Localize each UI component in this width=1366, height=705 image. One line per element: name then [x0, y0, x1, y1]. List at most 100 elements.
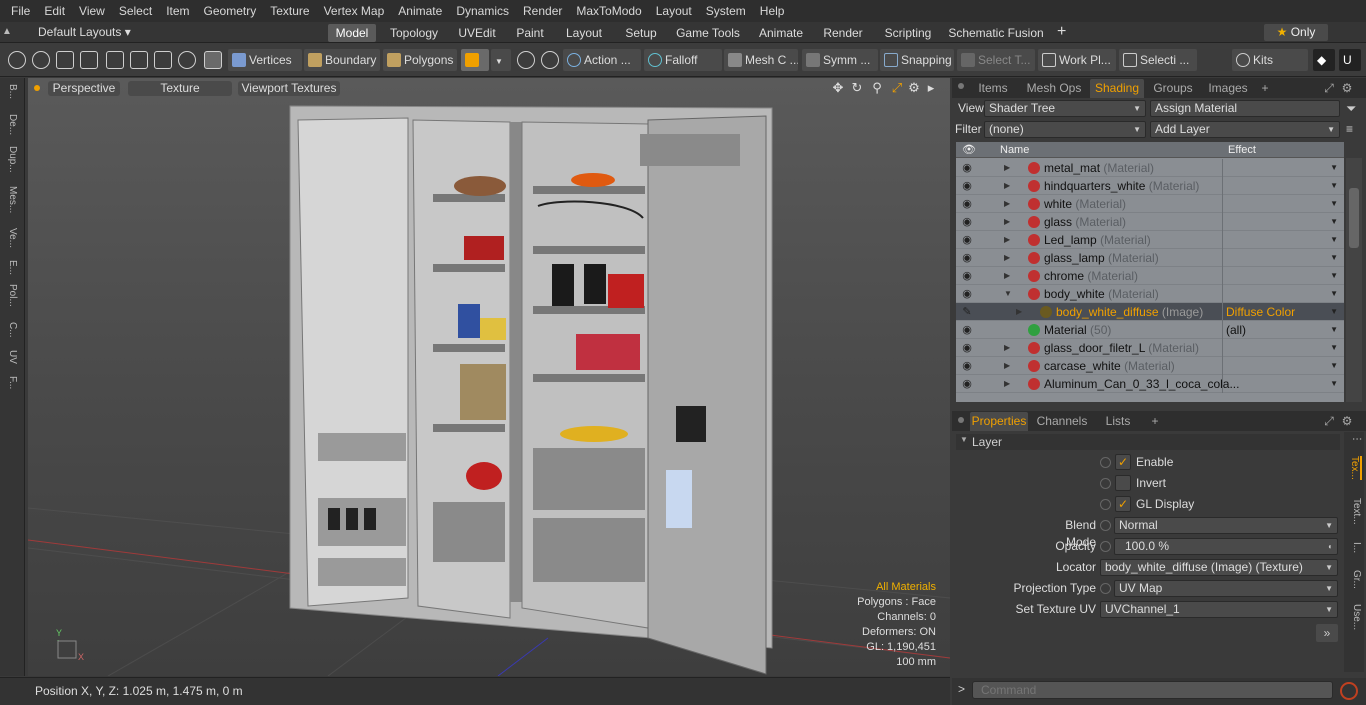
symmetry-button[interactable]: Symm ...: [802, 49, 878, 71]
tab-setup[interactable]: Setup: [617, 24, 665, 42]
polygons-button[interactable]: Polygons: [383, 49, 457, 71]
expand-arrow-icon[interactable]: ▶: [1004, 199, 1010, 208]
menu-layout[interactable]: Layout: [649, 0, 699, 22]
side-menu-icon[interactable]: ⋮: [1346, 434, 1362, 444]
only-button[interactable]: ★ Only: [1264, 24, 1328, 41]
eye-icon[interactable]: ◉: [961, 162, 973, 174]
menu-animate[interactable]: Animate: [391, 0, 449, 22]
kits-button[interactable]: Kits: [1232, 49, 1308, 71]
filter-dropdown[interactable]: (none) ▼: [984, 121, 1146, 138]
shader-tree-row[interactable]: ◉ Material (50) (all) ▼: [956, 321, 1344, 339]
brush-icon[interactable]: ✎: [961, 306, 973, 318]
tab-layout[interactable]: Layout: [558, 24, 610, 42]
expand-arrow-icon[interactable]: ▶: [1004, 217, 1010, 226]
tab-properties[interactable]: Properties: [970, 412, 1028, 431]
eye-icon[interactable]: ◉: [961, 360, 973, 372]
gl-display-checkbox[interactable]: ✓: [1115, 496, 1131, 512]
left-tab-pol[interactable]: Pol...: [3, 284, 21, 307]
chevron-down-icon[interactable]: ▼: [1330, 321, 1338, 339]
side-tab-use[interactable]: Use...: [1346, 604, 1362, 630]
left-tab-de[interactable]: De...: [3, 114, 21, 135]
tree-scroll-thumb[interactable]: [1349, 188, 1359, 248]
left-tab-e[interactable]: E...: [3, 260, 21, 275]
snap-icon[interactable]: [154, 51, 172, 69]
blend-mode-dropdown[interactable]: Normal ▼: [1114, 517, 1338, 534]
assign-material-button[interactable]: Assign Material: [1150, 100, 1340, 117]
shader-tree-row[interactable]: ◉ ▼ body_white (Material) ▼: [956, 285, 1344, 303]
boundary-button[interactable]: Boundary: [304, 49, 380, 71]
expand-arrow-icon[interactable]: ▶: [1004, 271, 1010, 280]
tab-model[interactable]: Model: [328, 24, 376, 42]
projection-type-dropdown[interactable]: UV Map ▼: [1114, 580, 1338, 597]
tab-scripting[interactable]: Scripting: [875, 24, 941, 42]
menu-geometry[interactable]: Geometry: [197, 0, 264, 22]
side-tab-i[interactable]: I...: [1346, 542, 1362, 553]
shield-icon[interactable]: [517, 51, 535, 69]
eye-icon[interactable]: ◉: [961, 378, 973, 390]
opacity-dot[interactable]: [1100, 541, 1111, 552]
column-effect[interactable]: Effect: [1228, 142, 1256, 158]
layout-home-icon[interactable]: ▲: [2, 26, 14, 38]
set-texture-uv-dropdown[interactable]: UVChannel_1 ▼: [1100, 601, 1338, 618]
chevron-down-icon[interactable]: ▼: [1330, 213, 1338, 231]
tab-groups[interactable]: Groups: [1148, 79, 1198, 98]
align-icon[interactable]: [106, 51, 124, 69]
menu-view[interactable]: View: [72, 0, 112, 22]
menu-system[interactable]: System: [699, 0, 753, 22]
shader-tree-row[interactable]: ◉ ▶ metal_mat (Material) ▼: [956, 159, 1344, 177]
shader-tree-row[interactable]: ◉ ▶ glass (Material) ▼: [956, 213, 1344, 231]
brush-icon[interactable]: [80, 51, 98, 69]
invert-channel-dot[interactable]: [1100, 478, 1111, 489]
expand-props-icon[interactable]: ⤢: [1322, 412, 1336, 431]
chevron-down-icon[interactable]: ▼: [1330, 267, 1338, 285]
transform-icon[interactable]: [130, 51, 148, 69]
chevron-down-icon[interactable]: ▼: [1330, 339, 1338, 357]
viewport-arrow-icon[interactable]: ▸: [924, 81, 938, 95]
expand-arrow-icon[interactable]: ▶: [1016, 307, 1022, 316]
mode-dropdown[interactable]: ▼: [491, 49, 511, 71]
unity-button[interactable]: ◆: [1313, 49, 1335, 71]
menu-dynamics[interactable]: Dynamics: [449, 0, 516, 22]
menu-file[interactable]: File: [4, 0, 37, 22]
more-button[interactable]: »: [1316, 624, 1338, 642]
expand-panel-icon[interactable]: ⤢: [1322, 79, 1336, 98]
side-tab-gr[interactable]: Gr...: [1346, 570, 1362, 589]
side-tab-tex[interactable]: Tex...: [1346, 456, 1362, 480]
shader-tree-row[interactable]: ◉ ▶ glass_lamp (Material) ▼: [956, 249, 1344, 267]
falloff-button[interactable]: Falloff: [644, 49, 722, 71]
expand-arrow-icon[interactable]: ▶: [1004, 361, 1010, 370]
menu-help[interactable]: Help: [753, 0, 792, 22]
tab-topology[interactable]: Topology: [383, 24, 445, 42]
gl-display-channel-dot[interactable]: [1100, 499, 1111, 510]
tab-animate[interactable]: Animate: [751, 24, 811, 42]
left-tab-f[interactable]: F...: [3, 376, 21, 389]
shader-tree-row[interactable]: ◉ ▶ carcase_white (Material) ▼: [956, 357, 1344, 375]
unreal-button[interactable]: U: [1339, 49, 1361, 71]
projection-dot[interactable]: [1100, 583, 1111, 594]
menu-maxtomodo[interactable]: MaxToModo: [569, 0, 648, 22]
perspective-button[interactable]: Perspective: [48, 81, 120, 96]
expand-arrow-icon[interactable]: ▶: [1004, 163, 1010, 172]
left-tab-ve[interactable]: Ve...: [3, 228, 21, 248]
layer-section-header[interactable]: ▼ Layer: [956, 434, 1340, 450]
shader-tree-row[interactable]: ✎ ▶ body_white_diffuse (Image) Diffuse Colo…: [956, 303, 1344, 321]
chevron-down-icon[interactable]: ▼: [1330, 249, 1338, 267]
shader-tree-row[interactable]: ◉ ▶ Led_lamp (Material) ▼: [956, 231, 1344, 249]
eye-icon[interactable]: ◉: [961, 288, 973, 300]
shader-tree-row[interactable]: ◉ ▶ chrome (Material) ▼: [956, 267, 1344, 285]
shader-tree-row[interactable]: ◉ ▶ white (Material) ▼: [956, 195, 1344, 213]
add-panel-tab-icon[interactable]: +: [1258, 79, 1272, 98]
add-layer-dropdown[interactable]: Add Layer ▼: [1150, 121, 1340, 138]
move-view-icon[interactable]: ✥: [831, 81, 845, 95]
eye-icon[interactable]: ◉: [961, 252, 973, 264]
eye-icon[interactable]: ◉: [961, 216, 973, 228]
expand-arrow-icon[interactable]: ▼: [1004, 289, 1012, 298]
view-dropdown[interactable]: Shader Tree ▼: [984, 100, 1146, 117]
eye-icon[interactable]: ◉: [961, 234, 973, 246]
work-plane-button[interactable]: Work Pl...: [1038, 49, 1116, 71]
enable-checkbox[interactable]: ✓: [1115, 454, 1131, 470]
tab-schematic-fusion[interactable]: Schematic Fusion: [948, 24, 1044, 42]
menu-texture[interactable]: Texture: [263, 0, 316, 22]
globe-icon[interactable]: [32, 51, 50, 69]
list-options-icon[interactable]: ≡: [1346, 122, 1353, 136]
